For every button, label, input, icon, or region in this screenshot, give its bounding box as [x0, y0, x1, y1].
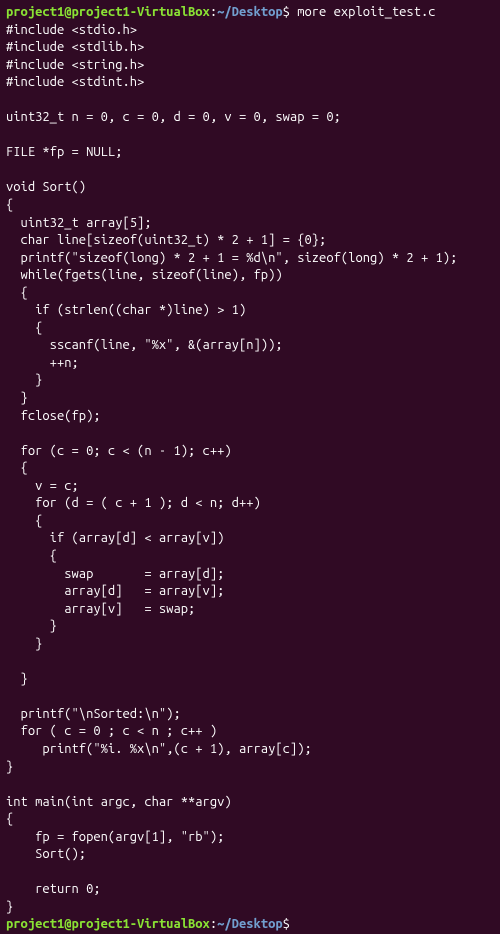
code-line: }: [6, 636, 494, 654]
code-line: }: [6, 899, 494, 917]
code-line: {: [6, 460, 494, 478]
code-line: }: [6, 618, 494, 636]
code-line: swap = array[d];: [6, 566, 494, 584]
code-line: [6, 864, 494, 882]
code-line: {: [6, 811, 494, 829]
command-text: more exploit_test.c: [297, 5, 435, 19]
code-line: #include <stdint.h>: [6, 74, 494, 92]
code-line: array[v] = swap;: [6, 601, 494, 619]
code-line: v = c;: [6, 478, 494, 496]
code-line: #include <stdlib.h>: [6, 39, 494, 57]
code-line: fp = fopen(argv[1], "rb");: [6, 829, 494, 847]
code-line: if (array[d] < array[v]): [6, 530, 494, 548]
code-line: {: [6, 285, 494, 303]
file-content: #include <stdio.h>#include <stdlib.h>#in…: [6, 22, 494, 917]
code-line: [6, 162, 494, 180]
code-line: sscanf(line, "%x", &(array[n]));: [6, 337, 494, 355]
prompt-user-host: project1@project1-VirtualBox: [6, 5, 210, 19]
code-line: while(fgets(line, sizeof(line), fp)): [6, 267, 494, 285]
code-line: [6, 776, 494, 794]
code-line: [6, 425, 494, 443]
prompt-path-bottom: ~/Desktop: [217, 917, 283, 931]
prompt-path: ~/Desktop: [217, 5, 283, 19]
prompt-dollar-bottom: $: [283, 917, 298, 931]
code-line: [6, 653, 494, 671]
code-line: }: [6, 671, 494, 689]
code-line: for (d = ( c + 1 ); d < n; d++): [6, 495, 494, 513]
code-line: [6, 127, 494, 145]
prompt-user-host-bottom: project1@project1-VirtualBox: [6, 917, 210, 931]
code-line: Sort();: [6, 846, 494, 864]
code-line: uint32_t array[5];: [6, 215, 494, 233]
code-line: }: [6, 759, 494, 777]
code-line: FILE *fp = NULL;: [6, 144, 494, 162]
code-line: printf("sizeof(long) * 2 + 1 = %d\n", si…: [6, 250, 494, 268]
code-line: int main(int argc, char **argv): [6, 794, 494, 812]
code-line: array[d] = array[v];: [6, 583, 494, 601]
code-line: }: [6, 390, 494, 408]
code-line: ++n;: [6, 355, 494, 373]
prompt-colon-bottom: :: [210, 917, 217, 931]
code-line: for ( c = 0 ; c < n ; c++ ): [6, 723, 494, 741]
code-line: #include <string.h>: [6, 57, 494, 75]
terminal-prompt-line: project1@project1-VirtualBox:~/Desktop$ …: [6, 4, 494, 22]
code-line: for (c = 0; c < (n - 1); c++): [6, 443, 494, 461]
code-line: [6, 92, 494, 110]
code-line: {: [6, 320, 494, 338]
code-line: printf("\nSorted:\n");: [6, 706, 494, 724]
code-line: void Sort(): [6, 179, 494, 197]
code-line: fclose(fp);: [6, 408, 494, 426]
terminal-prompt-line-bottom[interactable]: project1@project1-VirtualBox:~/Desktop$: [6, 916, 494, 934]
prompt-dollar: $: [283, 5, 298, 19]
code-line: {: [6, 513, 494, 531]
code-line: }: [6, 372, 494, 390]
code-line: return 0;: [6, 881, 494, 899]
code-line: {: [6, 548, 494, 566]
code-line: uint32_t n = 0, c = 0, d = 0, v = 0, swa…: [6, 109, 494, 127]
code-line: char line[sizeof(uint32_t) * 2 + 1] = {0…: [6, 232, 494, 250]
code-line: #include <stdio.h>: [6, 22, 494, 40]
code-line: printf("%i. %x\n",(c + 1), array[c]);: [6, 741, 494, 759]
code-line: {: [6, 197, 494, 215]
code-line: if (strlen((char *)line) > 1): [6, 302, 494, 320]
